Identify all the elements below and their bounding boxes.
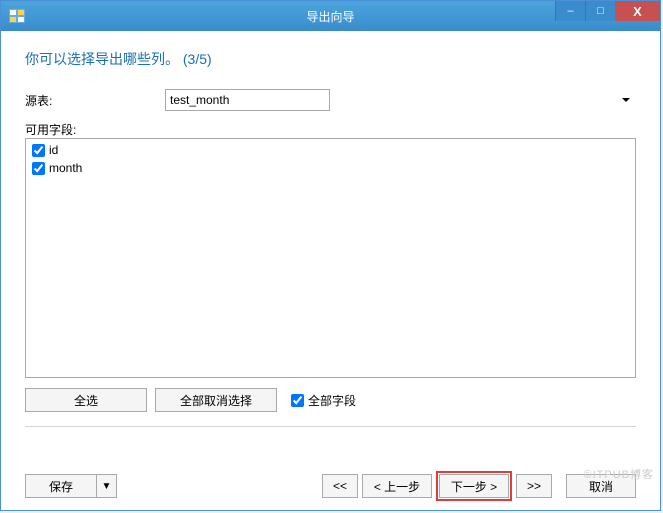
window-title: 导出向导 (306, 8, 354, 25)
save-button[interactable]: 保存 (25, 474, 97, 498)
close-button[interactable]: X (615, 1, 660, 21)
field-item[interactable]: id (30, 141, 631, 159)
field-checkbox[interactable] (32, 162, 45, 175)
minimize-button[interactable]: – (555, 1, 585, 21)
last-button[interactable]: >> (516, 474, 552, 498)
deselect-all-button[interactable]: 全部取消选择 (155, 388, 277, 412)
window-buttons: – □ X (555, 1, 660, 21)
source-table-row: 源表: (25, 89, 636, 111)
field-name: month (49, 161, 82, 175)
cancel-button[interactable]: 取消 (566, 474, 636, 498)
available-fields-listbox[interactable]: id month (25, 138, 636, 378)
field-name: id (49, 143, 58, 157)
window: 导出向导 – □ X 你可以选择导出哪些列。 (3/5) 源表: 可用字段: i… (0, 0, 661, 511)
maximize-button[interactable]: □ (585, 1, 615, 21)
next-button-highlight: 下一步 > (436, 471, 512, 501)
select-all-button[interactable]: 全选 (25, 388, 147, 412)
page-heading: 你可以选择导出哪些列。 (3/5) (25, 49, 636, 69)
source-table-select[interactable] (165, 89, 330, 111)
selection-row: 全选 全部取消选择 全部字段 (25, 388, 636, 412)
all-fields-checkbox-wrap[interactable]: 全部字段 (291, 392, 356, 409)
source-table-label: 源表: (25, 92, 165, 109)
all-fields-checkbox[interactable] (291, 394, 304, 407)
source-table-select-wrap (165, 89, 636, 111)
first-button[interactable]: << (322, 474, 358, 498)
title-bar: 导出向导 – □ X (1, 1, 660, 31)
save-dropdown-button[interactable]: ▼ (97, 474, 117, 498)
available-fields-label: 可用字段: (25, 121, 636, 138)
footer-separator (25, 426, 636, 427)
app-icon (7, 8, 27, 24)
prev-button[interactable]: < 上一步 (362, 474, 432, 498)
field-checkbox[interactable] (32, 144, 45, 157)
footer-bar: 保存 ▼ << < 上一步 下一步 > >> 取消 (1, 462, 660, 510)
nav-buttons: << < 上一步 下一步 > >> 取消 (322, 471, 636, 501)
all-fields-label: 全部字段 (308, 392, 356, 409)
content-area: 你可以选择导出哪些列。 (3/5) 源表: 可用字段: id month 全选 全… (1, 31, 660, 462)
next-button[interactable]: 下一步 > (439, 474, 509, 498)
field-item[interactable]: month (30, 159, 631, 177)
save-split-button: 保存 ▼ (25, 474, 117, 498)
